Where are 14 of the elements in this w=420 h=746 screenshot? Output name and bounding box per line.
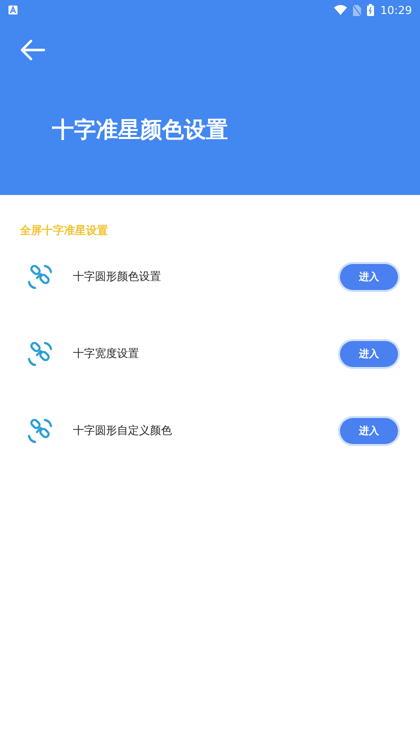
battery-icon: [367, 4, 374, 16]
page-title: 十字准星颜色设置: [52, 116, 229, 145]
section-title: 全屏十字准星设置: [20, 223, 108, 238]
back-button[interactable]: [18, 38, 46, 62]
setting-label: 十字圆形颜色设置: [73, 269, 162, 284]
enter-button[interactable]: 进入: [340, 418, 398, 444]
status-time: 10:29: [380, 4, 412, 16]
wifi-icon: [334, 5, 348, 15]
setting-label: 十字宽度设置: [73, 346, 140, 361]
notification-icon: [8, 5, 18, 15]
setting-label: 十字圆形自定义颜色: [73, 423, 173, 438]
enter-button[interactable]: 进入: [340, 264, 398, 290]
no-sim-icon: [353, 4, 362, 16]
enter-button[interactable]: 进入: [340, 340, 398, 366]
